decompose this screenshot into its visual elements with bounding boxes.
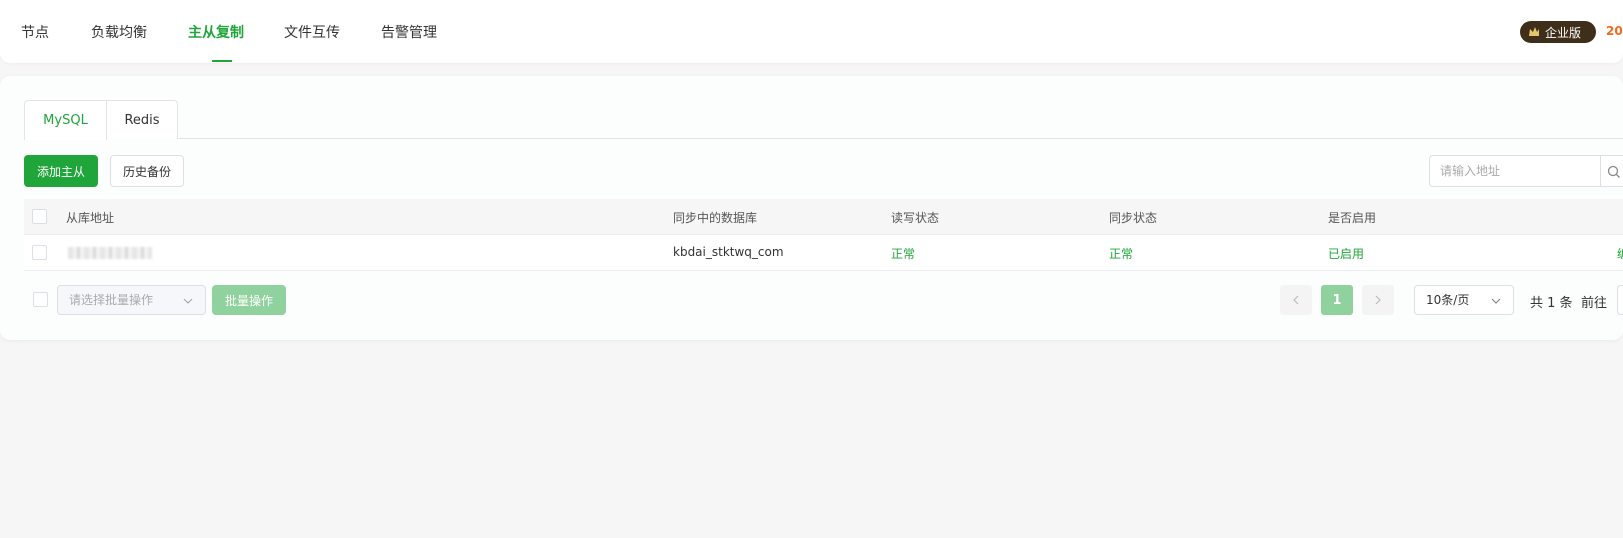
nav-item-alerts[interactable]: 告警管理	[381, 22, 437, 42]
row-enabled-status: 已启用	[1328, 247, 1365, 261]
chevron-left-icon	[1293, 295, 1299, 305]
next-page-button[interactable]	[1362, 285, 1394, 315]
row-edit-link[interactable]: 编	[1617, 245, 1623, 262]
column-header-sync-status: 同步状态	[1109, 211, 1158, 225]
prev-page-button[interactable]	[1280, 285, 1312, 315]
batch-select-placeholder: 请选择批量操作	[69, 293, 154, 307]
tab-redis[interactable]: Redis	[106, 100, 178, 139]
row-rw-status: 正常	[891, 247, 916, 261]
table-row: kbdai_stktwq_com 正常 正常 已启用 编	[24, 235, 1623, 271]
tab-mysql[interactable]: MySQL	[24, 100, 107, 140]
select-all-checkbox[interactable]	[32, 209, 47, 224]
search-field	[1429, 155, 1623, 187]
nav-item-nodes[interactable]: 节点	[21, 22, 49, 42]
search-input[interactable]	[1430, 156, 1590, 186]
chevron-right-icon	[1375, 295, 1381, 305]
active-tab-indicator	[212, 60, 232, 62]
footer-select-all-checkbox[interactable]	[33, 292, 48, 307]
crown-icon	[1528, 26, 1540, 38]
history-backup-button[interactable]: 历史备份	[110, 155, 184, 187]
batch-operation-button[interactable]: 批量操作	[212, 285, 286, 315]
redacted-address	[68, 247, 152, 259]
total-count: 共 1 条	[1530, 296, 1573, 311]
column-header-database: 同步中的数据库	[673, 211, 758, 225]
nav-item-file-transfer[interactable]: 文件互传	[284, 22, 340, 42]
edition-expiry: 202	[1606, 24, 1623, 38]
goto-page-input[interactable]	[1617, 285, 1623, 315]
table-header: 从库地址 同步中的数据库 读写状态 同步状态 是否启用	[24, 199, 1623, 235]
search-button[interactable]	[1600, 155, 1623, 187]
top-navigation-bar: 节点 负载均衡 主从复制 文件互传 告警管理 企业版 202	[0, 0, 1623, 63]
nav-item-replication[interactable]: 主从复制	[188, 22, 244, 42]
chevron-down-icon	[1491, 298, 1501, 304]
page-size-select[interactable]: 10条/页	[1414, 285, 1514, 315]
search-icon	[1607, 165, 1620, 178]
row-sync-status: 正常	[1109, 247, 1134, 261]
nav-item-load-balancing[interactable]: 负载均衡	[91, 22, 147, 42]
page-size-value: 10条/页	[1426, 293, 1470, 307]
row-checkbox[interactable]	[32, 245, 47, 260]
edition-label: 企业版	[1545, 25, 1582, 40]
db-type-tabs: MySQL Redis	[24, 100, 1623, 140]
chevron-down-icon	[183, 298, 193, 304]
row-database: kbdai_stktwq_com	[673, 245, 784, 259]
add-replication-button[interactable]: 添加主从	[24, 155, 98, 187]
edition-badge[interactable]: 企业版	[1520, 21, 1596, 43]
column-header-address: 从库地址	[66, 211, 115, 225]
goto-label: 前往	[1581, 296, 1608, 311]
column-header-rw-status: 读写状态	[891, 211, 940, 225]
column-header-enabled: 是否启用	[1328, 211, 1377, 225]
page-number-current[interactable]: 1	[1321, 285, 1353, 315]
batch-operation-select[interactable]: 请选择批量操作	[57, 285, 206, 315]
